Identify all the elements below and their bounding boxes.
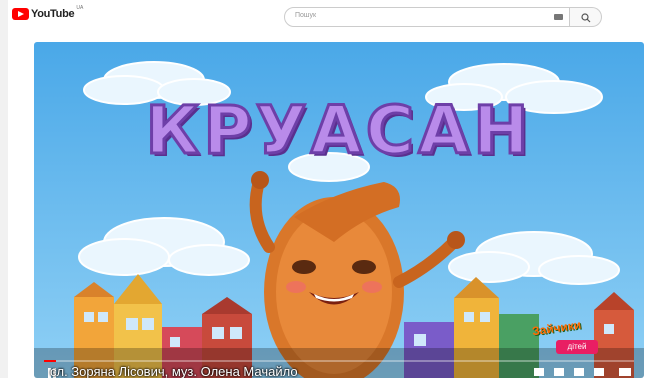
- logo-text: YouTube: [31, 8, 75, 20]
- region-code: UA: [76, 5, 84, 11]
- search-input[interactable]: Пошук: [284, 7, 570, 27]
- title-art-text: КРУАСАН: [144, 91, 533, 171]
- progress-bar[interactable]: [44, 360, 634, 362]
- search-placeholder: Пошук: [295, 12, 317, 19]
- settings-icon[interactable]: [554, 368, 564, 376]
- progress-fill: [44, 360, 56, 362]
- page: YouTube UA Пошук КРУАСАН Зайчики дітей с…: [8, 0, 653, 378]
- video-caption: сл. Зоряна Ліcович, муз. Олена Мачайло: [50, 364, 298, 378]
- search-button[interactable]: [570, 7, 602, 27]
- theater-icon[interactable]: [594, 368, 604, 376]
- fullscreen-icon[interactable]: [619, 368, 631, 376]
- subtitles-icon[interactable]: [534, 368, 544, 376]
- video-player[interactable]: КРУАСАН Зайчики дітей сл. Зоряна Ліcович…: [34, 42, 644, 378]
- channel-badge: дітей: [556, 340, 598, 354]
- youtube-logo[interactable]: YouTube UA: [12, 5, 84, 20]
- keyboard-icon[interactable]: [554, 14, 563, 20]
- top-bar: YouTube UA Пошук: [8, 0, 653, 36]
- search-icon: [581, 13, 591, 23]
- miniplayer-icon[interactable]: [574, 368, 584, 376]
- video-title-art: КРУАСАН: [34, 91, 644, 171]
- youtube-play-icon: [12, 8, 29, 20]
